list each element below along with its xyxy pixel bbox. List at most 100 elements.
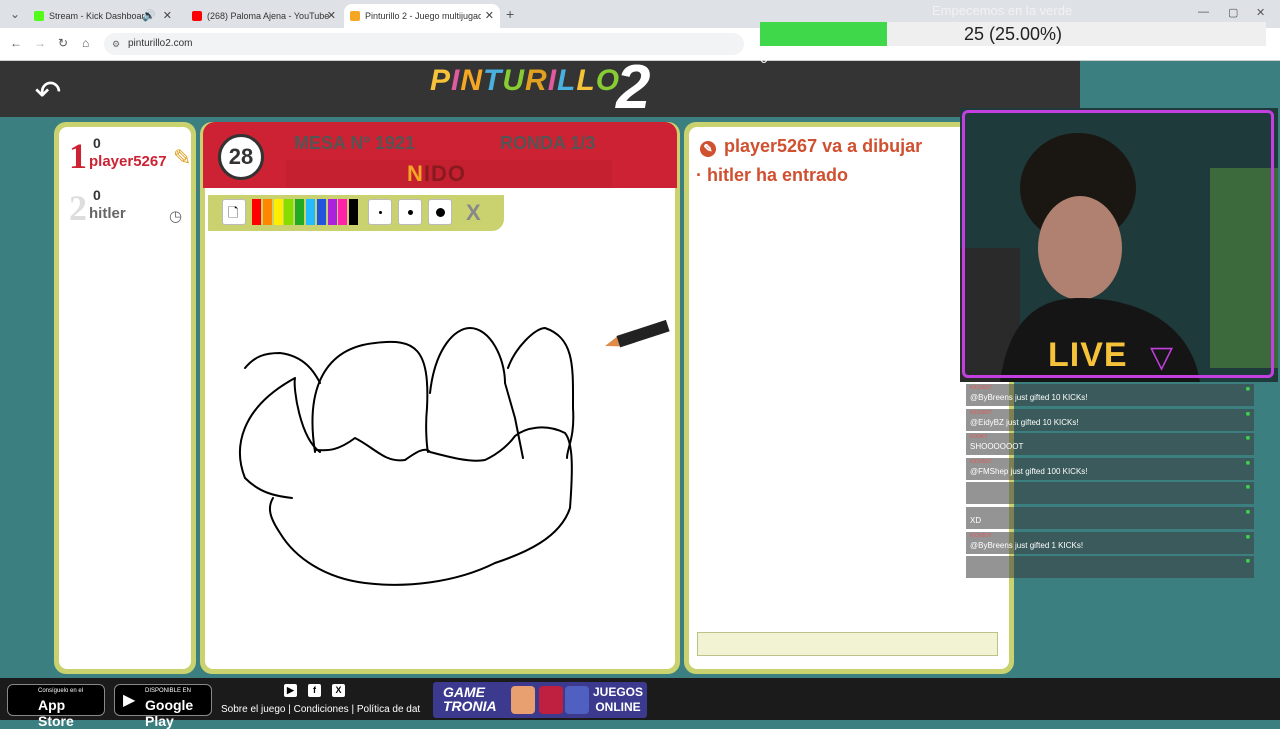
secret-word: NIDO — [407, 161, 466, 187]
countdown-timer: 28 — [218, 134, 264, 180]
speaker-icon[interactable]: 🔊 — [142, 9, 156, 22]
brush-small-button[interactable] — [368, 199, 392, 225]
stream-chat-row: KICKBOT @ByBreens just gifted 10 KICKs! ■ — [966, 384, 1254, 406]
pinturillo-icon — [350, 11, 360, 21]
color-swatch[interactable] — [306, 199, 315, 225]
stream-chat-row: FOOKY SHOOOOOOT ■ — [966, 433, 1254, 456]
color-swatch[interactable] — [273, 199, 283, 225]
stream-chat-user: KICKBOT — [970, 385, 992, 391]
goal-title: Empecemos en la verde — [932, 3, 1073, 18]
player-row[interactable]: 1 0 player5267 ✎ — [69, 135, 192, 179]
pencil-icon: ✎ — [173, 145, 192, 170]
tab-title: (268) Paloma Ajena - YouTube — [207, 11, 330, 21]
table-number: MESA Nº 1921 — [294, 133, 415, 153]
color-swatch[interactable] — [284, 199, 294, 225]
logo-letter: I — [547, 64, 558, 97]
google-play-button[interactable]: ▶ DISPONIBLE EN Google Play — [114, 684, 212, 729]
chat-message: ✎ player5267 va a dibujar — [700, 136, 922, 157]
youtube-icon — [192, 11, 202, 21]
chat-input[interactable] — [697, 632, 998, 656]
gametronia-banner[interactable]: GAME TRONIA JUEGOS ONLINE — [433, 682, 647, 718]
medium-dot-icon — [408, 210, 413, 215]
color-swatch[interactable] — [349, 199, 359, 225]
stream-chat-row: KICKBOT @EidyBZ just gifted 10 KICKs! ■ — [966, 408, 1254, 431]
play-icon: ▶ — [123, 692, 136, 709]
x-icon[interactable]: X — [332, 684, 345, 697]
close-tab-icon[interactable]: ✕ — [327, 9, 336, 22]
tab-kick-dashboard[interactable]: Stream - Kick Dashboard 🔊 ✕ — [28, 4, 178, 28]
facebook-icon[interactable]: f — [308, 684, 321, 697]
stream-chat-marker-icon: ■ — [1245, 509, 1250, 516]
juegos-online-label: JUEGOS ONLINE — [593, 685, 644, 714]
store-small-text: DISPONIBLE EN — [145, 688, 192, 694]
color-swatch[interactable] — [295, 199, 305, 225]
stream-chat-row: XD ■ — [966, 507, 1254, 529]
stream-chat-text: @ByBreens just gifted 1 KICKs! — [970, 540, 1084, 550]
stream-chat-row: KICKBOT @ByBreens just gifted 1 KICKs! ■ — [966, 531, 1254, 554]
small-dot-icon — [379, 211, 382, 214]
drawing-canvas[interactable] — [205, 188, 675, 669]
minimize-icon[interactable]: — — [1198, 6, 1209, 18]
stream-chat-row: KICKBOT @FMShep just gifted 100 KICKs! ■ — [966, 457, 1254, 480]
brush-medium-button[interactable] — [398, 199, 422, 225]
logo-letter: R — [525, 64, 548, 97]
live-badge: LIVE — [1048, 336, 1128, 374]
url-text: pinturillo2.com — [128, 38, 193, 49]
pinturillo-logo: PINTURILLO 2 — [430, 53, 650, 122]
stream-chat-marker-icon: ■ — [1245, 484, 1250, 492]
home-icon[interactable]: ⌂ — [82, 36, 89, 50]
stream-chat-marker-icon: ■ — [1245, 386, 1250, 393]
youtube-icon[interactable]: ▶ — [284, 684, 297, 697]
footer-links[interactable]: Sobre el juego | Condiciones | Política … — [221, 704, 420, 715]
logo-letter: P — [430, 64, 452, 97]
gametronia-logo: GAME TRONIA — [443, 684, 497, 714]
logo-letter: N — [460, 64, 484, 97]
chat-message: · hitler ha entrado — [696, 165, 849, 185]
goal-min-label: 0 — [760, 50, 768, 66]
tab-title: Stream - Kick Dashboard — [49, 11, 150, 21]
close-tab-icon[interactable]: ✕ — [163, 9, 172, 22]
goal-progress-text: 25 (25.00%) — [963, 24, 1063, 44]
brush-large-button[interactable] — [428, 199, 452, 225]
stream-chat-marker-icon: ■ — [1245, 435, 1250, 443]
chat-text: player5267 va a dibujar — [724, 136, 923, 156]
back-arrow-icon: ↶ — [34, 74, 62, 110]
kick-icon — [34, 11, 44, 21]
color-swatch[interactable] — [327, 199, 337, 225]
goal-days-label: 390 DAYS TO GO — [962, 52, 1043, 63]
color-swatch[interactable] — [338, 199, 348, 225]
color-swatch[interactable] — [252, 199, 261, 225]
close-window-icon[interactable]: ✕ — [1256, 6, 1265, 19]
stream-chat-user: KICKBOT — [970, 458, 992, 465]
large-dot-icon — [436, 208, 445, 217]
goal-progress-bar: 25 (25.00%) — [760, 22, 1266, 46]
new-tab-icon[interactable]: + — [506, 6, 514, 22]
stream-chat-text: @EidyBZ just gifted 10 KICKs! — [970, 417, 1079, 427]
reload-icon[interactable]: ↻ — [58, 36, 68, 50]
site-info-icon[interactable]: ⚙ — [112, 33, 120, 55]
tab-youtube[interactable]: (268) Paloma Ajena - YouTube ✕ — [186, 4, 342, 28]
stream-chat-marker-icon: ■ — [1245, 558, 1250, 566]
color-swatch[interactable] — [316, 199, 326, 225]
back-button[interactable]: ↶ — [28, 72, 68, 112]
new-page-button[interactable]: 🗋 — [222, 199, 246, 225]
player-rank: 1 — [69, 136, 87, 176]
stream-chat-text: @ByBreens just gifted 10 KICKs! — [970, 393, 1088, 402]
tab-pinturillo[interactable]: Pinturillo 2 - Juego multijugado ✕ — [344, 4, 500, 28]
app-store-button[interactable]: Consíguelo en el App Store — [7, 684, 105, 729]
player-row[interactable]: 2 0 hitler ◷ — [69, 187, 189, 231]
forward-arrow-icon[interactable]: → — [34, 36, 46, 50]
logo-letter: L — [557, 64, 577, 97]
stream-chat-marker-icon: ■ — [1245, 533, 1250, 541]
player-rank: 2 — [69, 188, 87, 228]
stream-chat-user: KICKBOT — [970, 532, 992, 539]
stream-chat-row: ■ — [966, 556, 1254, 579]
clear-canvas-button[interactable]: X — [466, 200, 481, 226]
close-tab-icon[interactable]: ✕ — [485, 9, 494, 22]
tab-list-icon[interactable]: ⌄ — [10, 7, 20, 21]
maximize-icon[interactable]: ▢ — [1228, 6, 1238, 19]
color-swatch[interactable] — [262, 199, 272, 225]
back-arrow-icon[interactable]: ← — [10, 36, 22, 50]
sketch-stroke — [507, 327, 575, 459]
clock-icon: ◷ — [169, 208, 183, 225]
